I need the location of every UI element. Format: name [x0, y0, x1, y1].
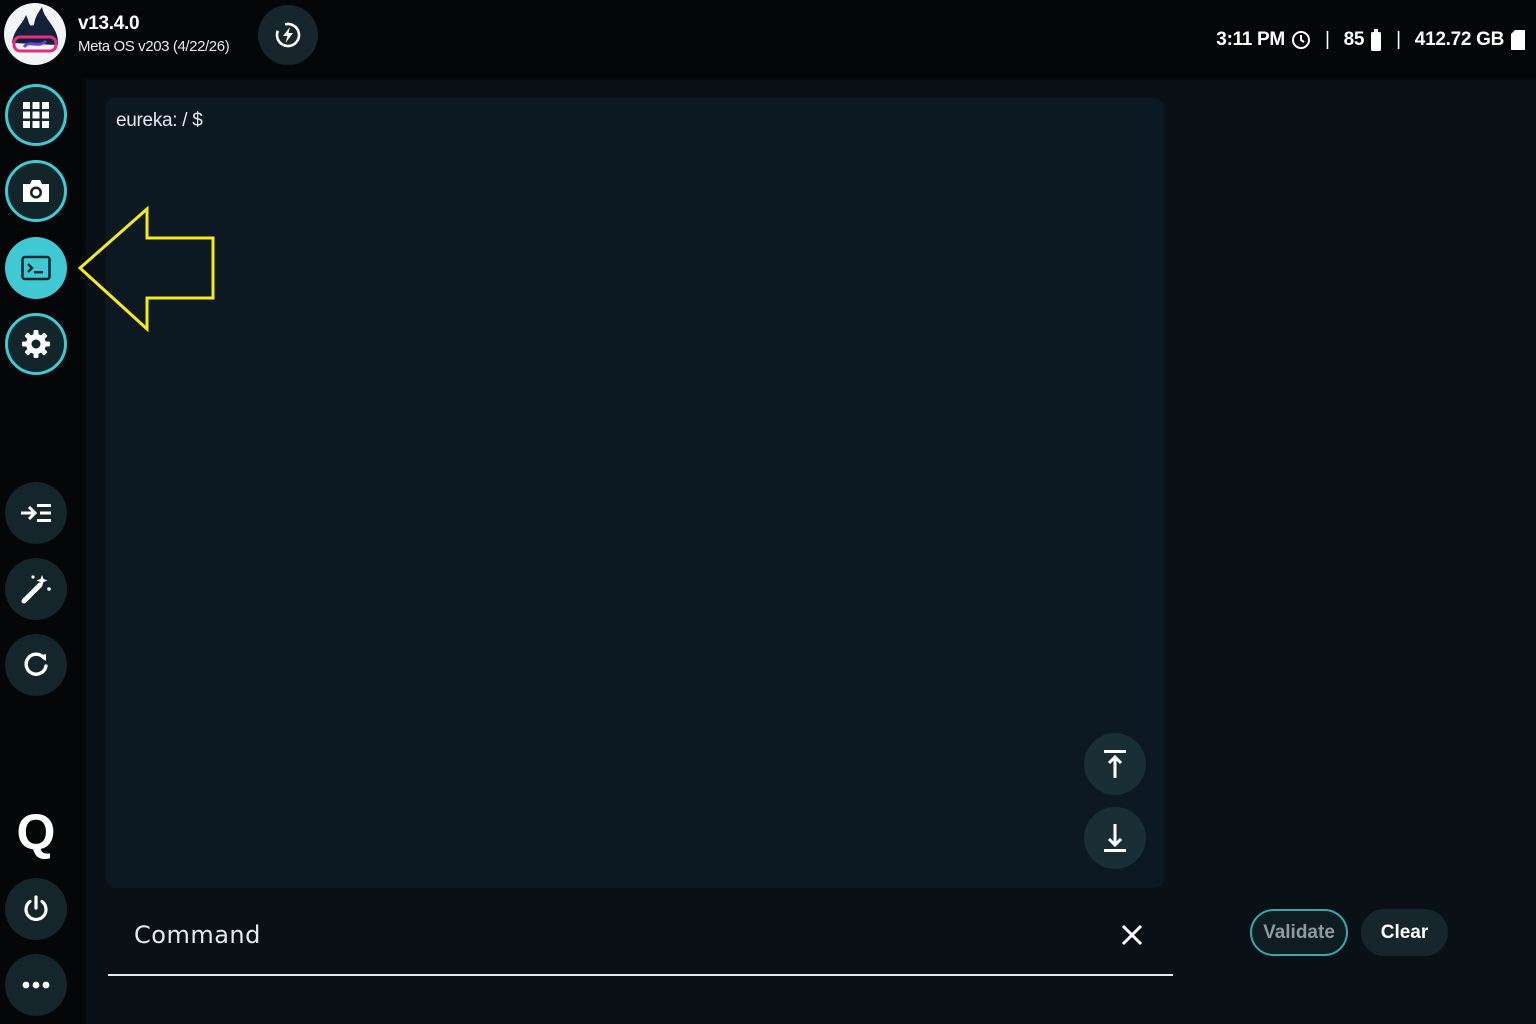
camera-icon — [23, 180, 49, 202]
apps-grid-icon — [23, 102, 49, 128]
storage-text: 412.72 GB — [1414, 29, 1505, 50]
sidebar-item-settings[interactable] — [5, 313, 67, 375]
battery-level: 85 — [1343, 29, 1365, 50]
clock-text: 3:11 PM — [1216, 29, 1285, 50]
power-icon — [24, 895, 48, 922]
scroll-to-top-icon — [1104, 750, 1126, 778]
sidebar: Q — [0, 78, 82, 1024]
terminal-icon — [21, 255, 51, 281]
validate-button[interactable]: Validate — [1250, 909, 1348, 956]
lightning-icon — [275, 22, 301, 48]
terminal-output[interactable]: eureka: / $ — [106, 98, 1164, 888]
status-bar: 3:11 PM | 85 | 412.72 GB — [1216, 28, 1526, 52]
clear-input-button[interactable] — [1115, 918, 1149, 952]
sidebar-item-camera[interactable] — [5, 160, 67, 222]
scroll-top-button[interactable] — [1084, 733, 1146, 795]
sidebar-item-terminal[interactable] — [5, 237, 67, 299]
clear-button[interactable]: Clear — [1361, 909, 1448, 956]
sidebar-item-refresh[interactable] — [5, 634, 67, 696]
magic-wand-icon — [21, 575, 51, 604]
indent-icon — [21, 504, 51, 522]
gear-icon — [22, 330, 50, 358]
os-build-label: Meta OS v203 (4/22/26) — [78, 38, 230, 55]
sidebar-item-power[interactable] — [5, 878, 67, 940]
sd-card-icon — [1510, 29, 1526, 51]
app-version: v13.4.0 — [78, 13, 140, 34]
scroll-bottom-button[interactable] — [1084, 807, 1146, 869]
terminal-prompt: eureka: / $ — [116, 110, 203, 131]
more-icon — [22, 981, 50, 989]
close-icon — [1121, 924, 1143, 946]
quick-action-button[interactable] — [258, 5, 318, 65]
sidebar-item-more[interactable] — [5, 954, 67, 1016]
scroll-to-bottom-icon — [1104, 824, 1126, 852]
q-logo-icon: Q — [16, 804, 56, 860]
clock-icon — [1291, 30, 1311, 50]
app-logo-icon[interactable] — [4, 3, 66, 65]
command-input[interactable] — [132, 916, 1086, 954]
status-separator: | — [1324, 29, 1330, 50]
sidebar-item-indent[interactable] — [5, 482, 67, 544]
command-field — [108, 900, 1173, 976]
status-separator: | — [1396, 29, 1401, 50]
refresh-icon — [24, 652, 48, 676]
battery-icon — [1370, 29, 1382, 51]
sidebar-item-q[interactable]: Q — [5, 801, 67, 863]
annotation-arrow-icon — [78, 205, 215, 333]
sidebar-item-magic[interactable] — [5, 558, 67, 620]
top-bar: v13.4.0 Meta OS v203 (4/22/26) 3:11 PM |… — [0, 0, 1536, 78]
sidebar-item-apps[interactable] — [5, 84, 67, 146]
